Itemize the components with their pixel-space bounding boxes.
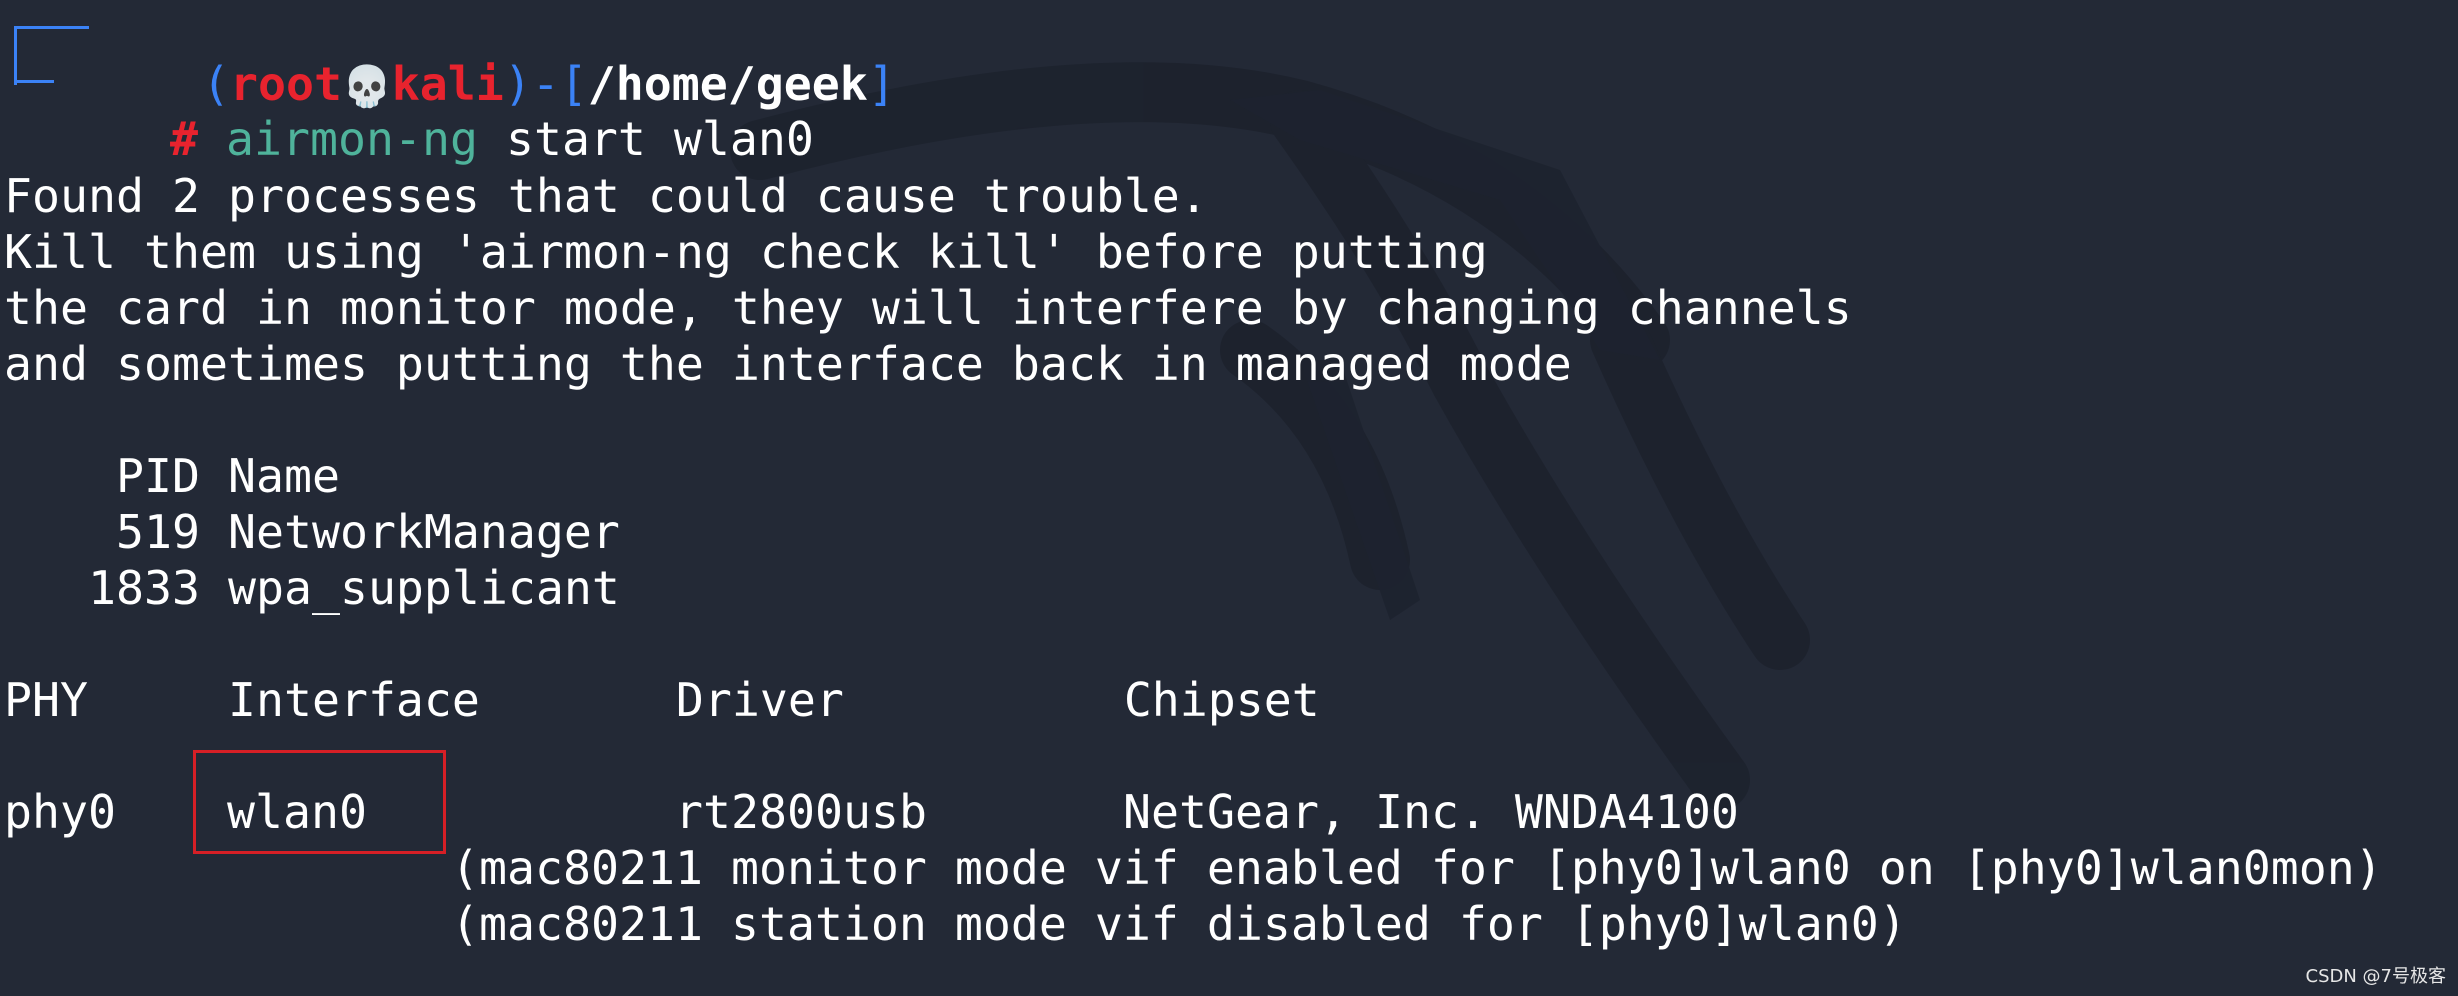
csdn-watermark: CSDN @7号极客 [2305,966,2447,987]
command-args: start wlan0 [477,112,814,166]
wlan0-highlight-box [193,750,446,854]
process-header: PID Name [4,449,340,503]
interface-driver: rt2800usb [675,785,927,839]
terminal-window[interactable]: (root💀kali)-[/home/geek] # airmon-ng sta… [0,0,2458,996]
warning-line: and sometimes putting the interface back… [4,337,1572,391]
command-name: airmon-ng [225,112,478,166]
interface-phy: phy0 [4,785,116,839]
mac80211-note: (mac80211 station mode vif disabled for … [451,897,1907,951]
prompt-frame-bottom [14,80,54,83]
prompt-hash: # [169,112,198,166]
interface-chipset: NetGear, Inc. WNDA4100 [1123,785,1739,839]
warning-line: Kill them using 'airmon-ng check kill' b… [4,225,1488,279]
interface-header: PHY Interface Driver Chipset [4,673,1320,727]
prompt-close-bracket: ] [867,57,896,111]
process-row: 519 NetworkManager [4,505,620,559]
process-row: 1833 wpa_supplicant [4,561,620,615]
warning-line: Found 2 processes that could cause troub… [4,169,1208,223]
prompt-line-2: # airmon-ng start wlan0 [58,55,814,166]
prompt-line-1: (root💀kali)-[/home/geek] [90,0,896,111]
mac80211-note: (mac80211 monitor mode vif enabled for [… [451,841,2383,895]
warning-line: the card in monitor mode, they will inte… [4,281,1852,335]
